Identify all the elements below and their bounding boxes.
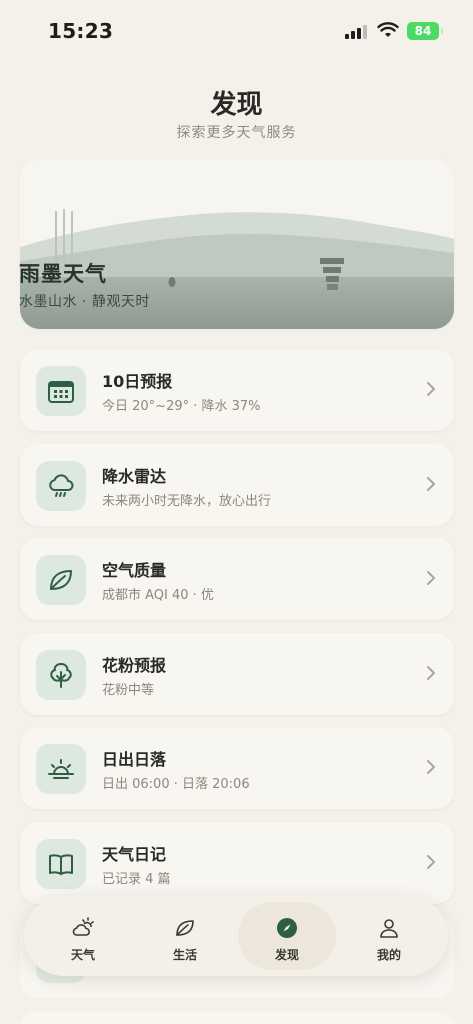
card-title: 10日预报 (102, 372, 173, 391)
card-subtitle: 今日 20°~29° · 降水 37% (102, 399, 261, 414)
leaf-icon (36, 555, 86, 605)
person-icon (380, 919, 398, 938)
chevron-right-icon (427, 760, 435, 774)
tab-label: 发现 (274, 948, 299, 962)
air-quality-card[interactable]: 空气质量 成都市 AQI 40 · 优 (20, 538, 454, 620)
sunrise-sunset-card[interactable]: 日出日落 日出 06:00 · 日落 20:06 (20, 727, 454, 809)
hero-subtitle: 水墨山水 · 静观天时 (19, 294, 150, 310)
chevron-right-icon (427, 855, 435, 869)
bottom-tab-bar: 天气 生活 发现 我的 (24, 896, 448, 976)
leaf-icon (176, 920, 194, 936)
tab-label: 天气 (70, 948, 95, 962)
tab-label: 生活 (172, 948, 197, 962)
forecast-10day-card[interactable]: 10日预报 今日 20°~29° · 降水 37% (20, 349, 454, 431)
tab-discover[interactable]: 发现 (238, 902, 336, 970)
chevron-right-icon (427, 571, 435, 585)
weather-icon (72, 917, 94, 936)
hero-title: 雨墨天气 (19, 262, 107, 286)
card-subtitle: 成都市 AQI 40 · 优 (102, 588, 214, 603)
status-time: 15:23 (48, 19, 114, 43)
rain-cloud-icon (36, 461, 86, 511)
card-subtitle: 未来两小时无降水，放心出行 (102, 494, 272, 509)
card-title: 日出日落 (102, 750, 167, 769)
card-title: 空气质量 (102, 561, 167, 580)
card-title: 花粉预报 (102, 656, 167, 675)
card-subtitle: 花粉中等 (102, 683, 155, 698)
battery-indicator: 84 (407, 22, 443, 40)
pollen-forecast-card[interactable]: 花粉预报 花粉中等 (20, 633, 454, 715)
chevron-right-icon (427, 382, 435, 396)
precipitation-radar-card[interactable]: 降水雷达 未来两小时无降水，放心出行 (20, 444, 454, 526)
tree-icon (36, 650, 86, 700)
page-subtitle: 探索更多天气服务 (176, 125, 297, 141)
cellular-signal-icon (345, 25, 367, 39)
tab-weather[interactable]: 天气 (34, 902, 132, 970)
card-subtitle: 已记录 4 篇 (102, 872, 171, 887)
chevron-right-icon (427, 477, 435, 491)
book-icon (36, 839, 86, 889)
compass-icon (277, 918, 297, 938)
status-bar: 15:23 84 (0, 0, 473, 62)
sunrise-icon (36, 744, 86, 794)
tab-label: 我的 (376, 948, 401, 962)
page-title: 发现 (210, 90, 263, 120)
weather-diary-card[interactable]: 天气日记 已记录 4 篇 (20, 822, 454, 904)
card-title: 降水雷达 (102, 467, 167, 486)
chevron-right-icon (427, 666, 435, 680)
tab-me[interactable]: 我的 (340, 902, 438, 970)
hidden-card-peek (20, 1012, 454, 1024)
card-title: 天气日记 (102, 845, 167, 864)
card-subtitle: 日出 06:00 · 日落 20:06 (102, 777, 250, 792)
tab-life[interactable]: 生活 (136, 902, 234, 970)
wifi-icon (377, 22, 399, 37)
calendar-icon (36, 366, 86, 416)
